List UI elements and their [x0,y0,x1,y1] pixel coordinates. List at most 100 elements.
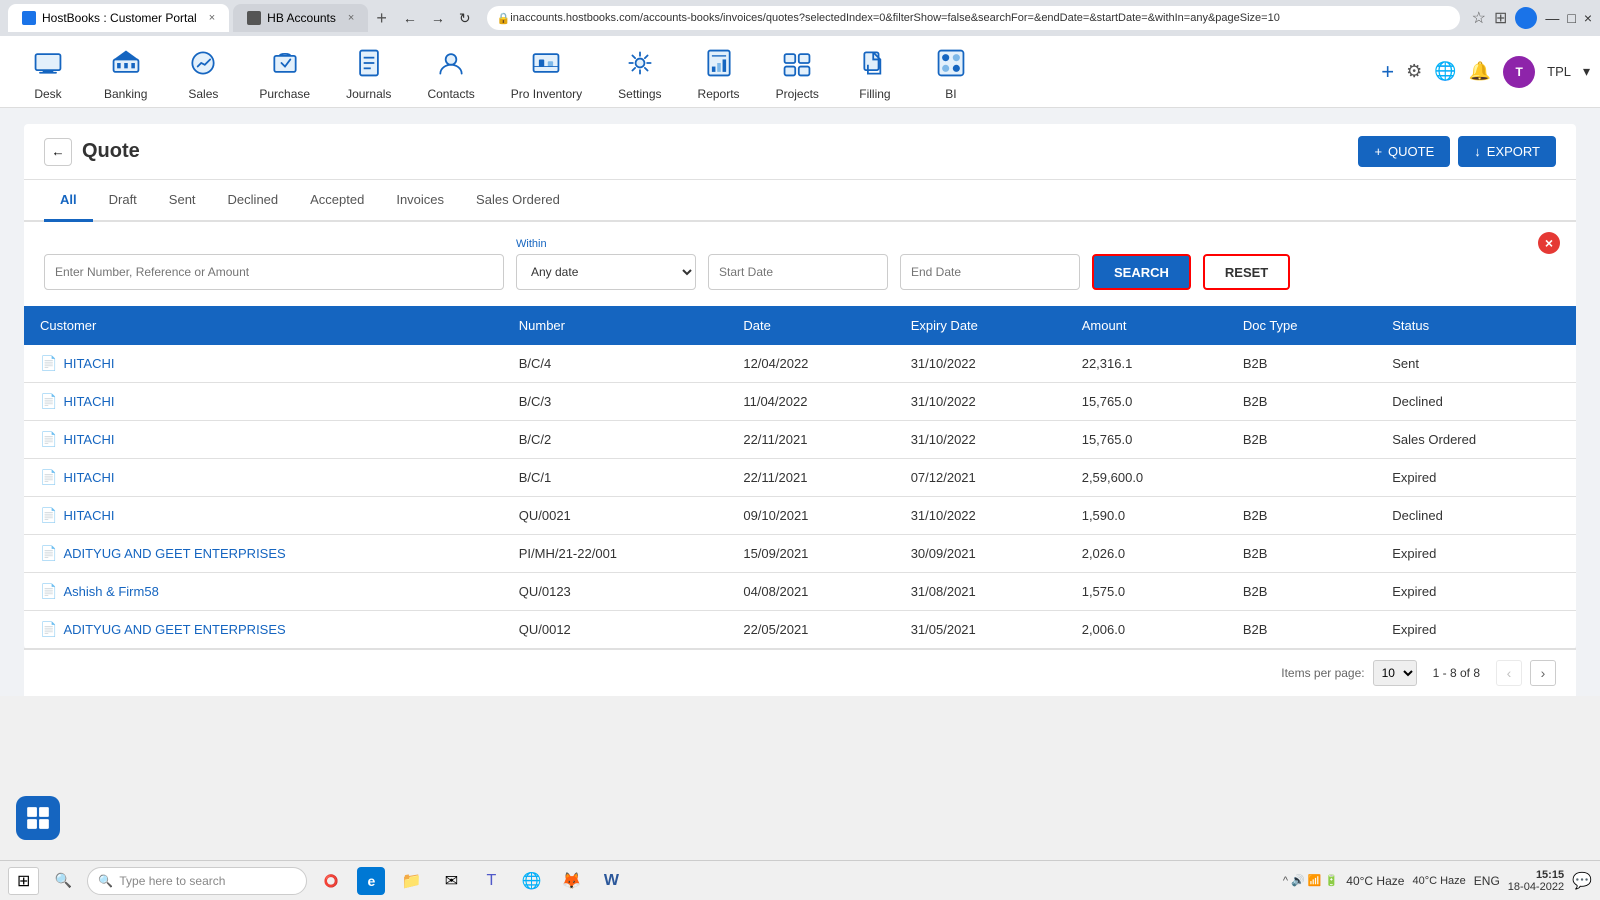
extensions-icon[interactable]: ⊞ [1494,8,1507,28]
customer-link-5[interactable]: 📄 ADITYUG AND GEET ENTERPRISES [40,545,487,562]
search-taskbar-icon[interactable]: 🔍 [49,867,77,895]
next-page-button[interactable]: › [1530,660,1556,686]
minimize-btn[interactable]: — [1545,10,1559,26]
page-header: ← Quote + QUOTE ↓ EXPORT [24,124,1576,180]
doc-icon-1: 📄 [40,393,57,410]
end-date-input[interactable] [900,254,1080,290]
nav-item-pro-inventory[interactable]: Pro Inventory [493,35,600,109]
back-button[interactable]: ← [44,138,72,166]
within-select[interactable]: Any date This week This month This year [516,254,696,290]
nav-item-sales[interactable]: Sales [165,35,241,109]
quote-button[interactable]: + QUOTE [1358,136,1450,167]
tab-sales-ordered[interactable]: Sales Ordered [460,180,576,222]
customer-link-7[interactable]: 📄 ADITYUG AND GEET ENTERPRISES [40,621,487,638]
notification-icon[interactable]: 🔔 [1469,61,1491,82]
tab-2[interactable]: HB Accounts × [233,4,368,32]
nav-item-filling[interactable]: Filling [837,35,913,109]
search-input[interactable] [44,254,504,290]
tab-2-close[interactable]: × [348,12,354,24]
taskbar-word-icon[interactable]: W [597,867,625,895]
cell-expiry-0: 31/10/2022 [895,345,1066,383]
taskbar-cortana-icon[interactable]: ⭕ [317,867,345,895]
table-header: Customer Number Date Expiry Date Amount … [24,306,1576,345]
cell-number-2: B/C/2 [503,421,728,459]
bookmark-icon[interactable]: ☆ [1472,8,1486,28]
doc-icon-4: 📄 [40,507,57,524]
nav-item-contacts[interactable]: Contacts [409,35,492,109]
reset-button[interactable]: RESET [1203,254,1290,290]
grid-fab-button[interactable] [16,796,60,840]
tab-accepted[interactable]: Accepted [294,180,380,222]
flag-icon[interactable]: 🌐 [1434,61,1456,82]
items-per-page-label: Items per page: [1281,666,1364,680]
maximize-btn[interactable]: □ [1567,10,1575,26]
taskbar-search-icon: 🔍 [98,874,113,888]
start-button[interactable]: ⊞ [8,867,39,895]
cell-amount-5: 2,026.0 [1066,535,1227,573]
taskbar-browser2-icon[interactable]: 🦊 [557,867,585,895]
customer-link-2[interactable]: 📄 HITACHI [40,431,487,448]
new-tab-button[interactable]: + [376,8,387,29]
cell-doctype-1: B2B [1227,383,1376,421]
nav-item-desk[interactable]: Desk [10,35,86,109]
taskbar-chrome-icon[interactable]: 🌐 [517,867,545,895]
nav-item-settings[interactable]: Settings [600,35,679,109]
taskbar-teams-icon[interactable]: T [477,867,505,895]
table-row: 📄 ADITYUG AND GEET ENTERPRISES PI/MH/21-… [24,535,1576,573]
tab-invoices[interactable]: Invoices [380,180,460,222]
taskbar-search-text: Type here to search [119,874,225,888]
address-bar[interactable]: 🔒 inaccounts.hostbooks.com/accounts-book… [487,6,1460,30]
tab-all[interactable]: All [44,180,93,222]
nav-item-banking[interactable]: Banking [86,35,165,109]
close-filter-button[interactable]: × [1538,232,1560,254]
taskbar-mail-icon[interactable]: ✉ [437,867,465,895]
nav-item-journals[interactable]: Journals [328,35,409,109]
settings-gear-icon[interactable]: ⚙ [1406,61,1422,82]
back-browser-btn[interactable]: ← [399,8,421,28]
tab-1-close[interactable]: × [209,12,215,24]
close-btn[interactable]: × [1584,10,1592,26]
taskbar-search-bar[interactable]: 🔍 Type here to search [87,867,307,895]
tab-sent[interactable]: Sent [153,180,212,222]
start-date-input[interactable] [708,254,888,290]
taskbar-edge-icon[interactable]: e [357,867,385,895]
table-row: 📄 ADITYUG AND GEET ENTERPRISES QU/0012 2… [24,611,1576,649]
profile-icon[interactable] [1515,7,1537,29]
tabs-row: All Draft Sent Declined Accepted Invoice… [24,180,1576,222]
add-button[interactable]: + [1381,59,1394,85]
back-arrow-icon: ← [51,144,64,159]
cell-doctype-5: B2B [1227,535,1376,573]
customer-link-3[interactable]: 📄 HITACHI [40,469,487,486]
cell-amount-2: 15,765.0 [1066,421,1227,459]
page-title: Quote [82,140,140,163]
tab-declined[interactable]: Declined [212,180,295,222]
pro-inventory-icon [526,43,566,83]
forward-browser-btn[interactable]: → [427,8,449,28]
tab-draft[interactable]: Draft [93,180,153,222]
export-button[interactable]: ↓ EXPORT [1458,136,1556,167]
tab-1[interactable]: HostBooks : Customer Portal × [8,4,229,32]
user-chevron-icon[interactable]: ▾ [1583,63,1590,80]
doc-icon-2: 📄 [40,431,57,448]
search-button[interactable]: SEARCH [1092,254,1191,290]
user-avatar[interactable]: T [1503,56,1535,88]
cell-date-0: 12/04/2022 [727,345,894,383]
taskbar-explorer-icon[interactable]: 📁 [397,867,425,895]
contacts-icon [431,43,471,83]
nav-item-bi[interactable]: BI [913,35,989,109]
doc-icon-6: 📄 [40,583,57,600]
table-row: 📄 HITACHI QU/0021 09/10/2021 31/10/2022 … [24,497,1576,535]
customer-link-1[interactable]: 📄 HITACHI [40,393,487,410]
customer-link-6[interactable]: 📄 Ashish & Firm58 [40,583,487,600]
reload-btn[interactable]: ↻ [455,8,475,29]
prev-page-button[interactable]: ‹ [1496,660,1522,686]
date-display: 18-04-2022 [1508,881,1564,893]
items-per-page-select[interactable]: 10 25 50 [1373,660,1417,686]
nav-item-projects[interactable]: Projects [758,35,837,109]
customer-link-0[interactable]: 📄 HITACHI [40,355,487,372]
nav-item-reports[interactable]: Reports [680,35,758,109]
customer-link-4[interactable]: 📄 HITACHI [40,507,487,524]
nav-item-purchase[interactable]: Purchase [241,35,328,109]
cell-number-7: QU/0012 [503,611,728,649]
notification-center-icon[interactable]: 💬 [1572,871,1592,891]
